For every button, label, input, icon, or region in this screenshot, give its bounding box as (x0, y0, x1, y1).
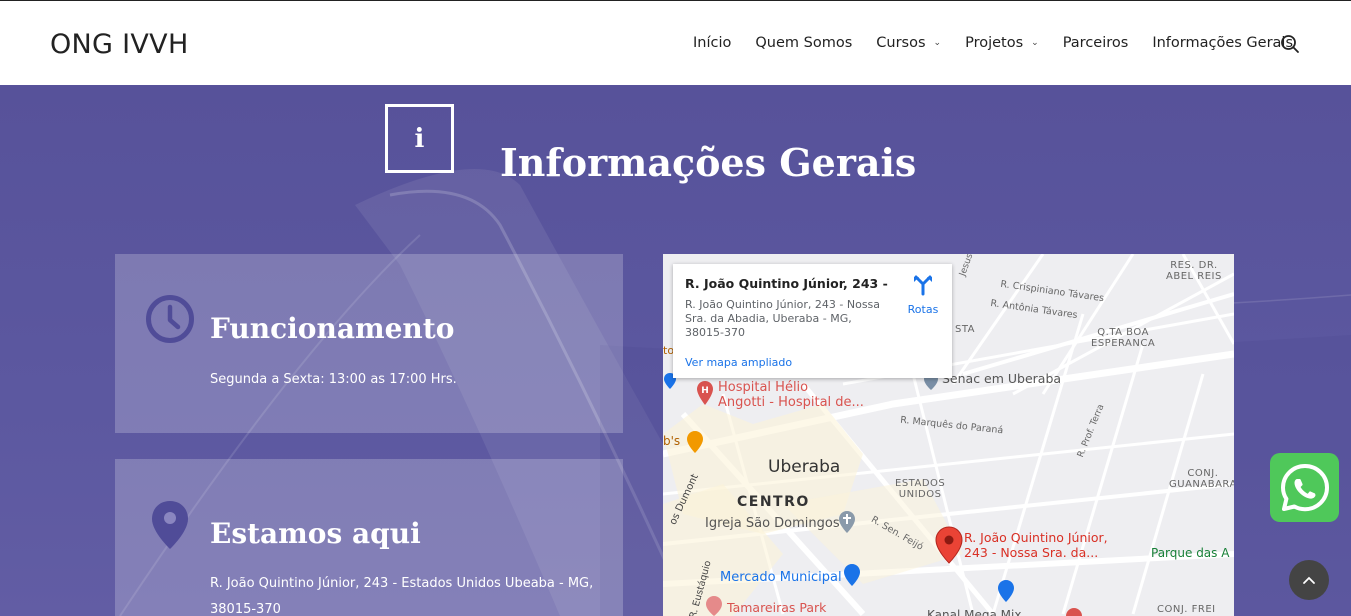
location-text: R. João Quintino Júnior, 243 - Estados U… (210, 576, 594, 616)
whatsapp-button[interactable] (1270, 453, 1339, 522)
nav-item-quem-somos[interactable]: Quem Somos (755, 35, 852, 51)
whatsapp-icon (1280, 463, 1329, 511)
chevron-down-icon: ⌄ (933, 38, 942, 48)
main-nav: Início Quem Somos Cursos ⌄ Projetos ⌄ Parc… (693, 35, 1317, 51)
directions-icon (914, 275, 932, 296)
directions-label: Rotas (907, 303, 939, 316)
nav-item-parceiros[interactable]: Parceiros (1063, 35, 1129, 51)
nav-item-label: Parceiros (1062, 35, 1129, 51)
map-label-senac[interactable]: Senac em Uberaba (942, 371, 1061, 386)
place-title: R. João Quintino Júnior, 243 - ... (685, 276, 890, 291)
map-label-conj-guanabara: CONJ. GUANABARA (1169, 468, 1234, 490)
chevron-up-icon (1303, 576, 1315, 584)
nav-item-label: Informações Gerais (1152, 35, 1294, 51)
store-marker-icon[interactable] (997, 579, 1015, 603)
nav-item-projetos[interactable]: Projetos ⌄ (965, 35, 1039, 51)
nav-item-label: Projetos (965, 35, 1024, 51)
church-marker-icon[interactable] (838, 510, 856, 534)
nav-item-label: Quem Somos (755, 35, 853, 51)
nav-item-cursos[interactable]: Cursos ⌄ (876, 35, 941, 51)
location-title: Estamos aqui (210, 517, 421, 550)
map-label-hospital[interactable]: Hospital Hélio Angotti - Hospital de... (718, 380, 864, 410)
scroll-to-top-button[interactable] (1289, 560, 1329, 600)
nav-item-label: Início (693, 35, 732, 51)
info-icon: i (385, 104, 454, 173)
poi-marker-icon[interactable] (1065, 607, 1083, 616)
clock-icon (146, 295, 194, 343)
map-label-mercado: Mercado Municipal (720, 570, 842, 585)
location-card: Estamos aqui R. João Quintino Júnior, 24… (115, 459, 623, 616)
chevron-down-icon: ⌄ (1031, 38, 1039, 48)
hours-text: Segunda a Sexta: 13:00 as 17:00 Hrs. (210, 372, 457, 387)
map-label-centro: CENTRO (737, 494, 810, 510)
map-label-bs: b's (663, 434, 681, 448)
hospital-marker-icon[interactable]: H (696, 380, 714, 406)
search-icon[interactable] (1280, 34, 1300, 54)
map-label-city: Uberaba (768, 457, 841, 477)
map-label-res-abel: RES. DR. ABEL REIS (1166, 260, 1222, 282)
directions-button[interactable]: Rotas (901, 274, 945, 316)
hours-title: Funcionamento (210, 312, 455, 345)
place-address: R. João Quintino Júnior, 243 - Nossa Sra… (685, 298, 881, 339)
map-label-conj-frei: CONJ. FREI (1157, 604, 1216, 615)
nav-item-label: Cursos (876, 35, 926, 51)
site-logo[interactable]: ONG IVVH (50, 29, 189, 60)
svg-text:H: H (701, 386, 709, 396)
map-label-tamareiras: Tamareiras Park (727, 600, 827, 615)
site-header: ONG IVVH Início Quem Somos Cursos ⌄ Proje… (0, 0, 1351, 85)
restaurant-marker-icon[interactable] (686, 430, 704, 454)
location-pin-icon[interactable] (935, 526, 963, 564)
larger-map-link[interactable]: Ver mapa ampliado (685, 356, 792, 369)
hotel-marker-icon[interactable] (705, 595, 723, 616)
google-map[interactable]: RES. DR. ABEL REIS R. Crispiniano Távares… (663, 254, 1234, 616)
map-label-sta: STA (955, 324, 976, 335)
map-place-card: R. João Quintino Júnior, 243 - ... R. Jo… (673, 264, 952, 378)
nav-item-informacoes-gerais[interactable]: Informações Gerais (1152, 35, 1293, 51)
market-marker-icon[interactable] (843, 563, 861, 587)
nav-item-inicio[interactable]: Início (693, 35, 731, 51)
map-label-qta-boa: Q.TA BOA ESPERANCA (1091, 327, 1156, 349)
map-label-estados-unidos: ESTADOS UNIDOS (895, 478, 946, 500)
map-label-parque: Parque das A (1151, 546, 1230, 560)
map-label-igreja: Igreja São Domingos (705, 516, 840, 531)
map-label-kanal: Kanal Mega Mix (927, 608, 1022, 616)
map-pin-icon (152, 501, 188, 549)
hours-card: Funcionamento Segunda a Sexta: 13:00 as … (115, 254, 623, 433)
page-title: Informações Gerais (500, 140, 917, 185)
info-icon-glyph: i (414, 123, 425, 154)
map-label-pin[interactable]: R. João Quintino Júnior, 243 - Nossa Sra.… (964, 530, 1108, 560)
